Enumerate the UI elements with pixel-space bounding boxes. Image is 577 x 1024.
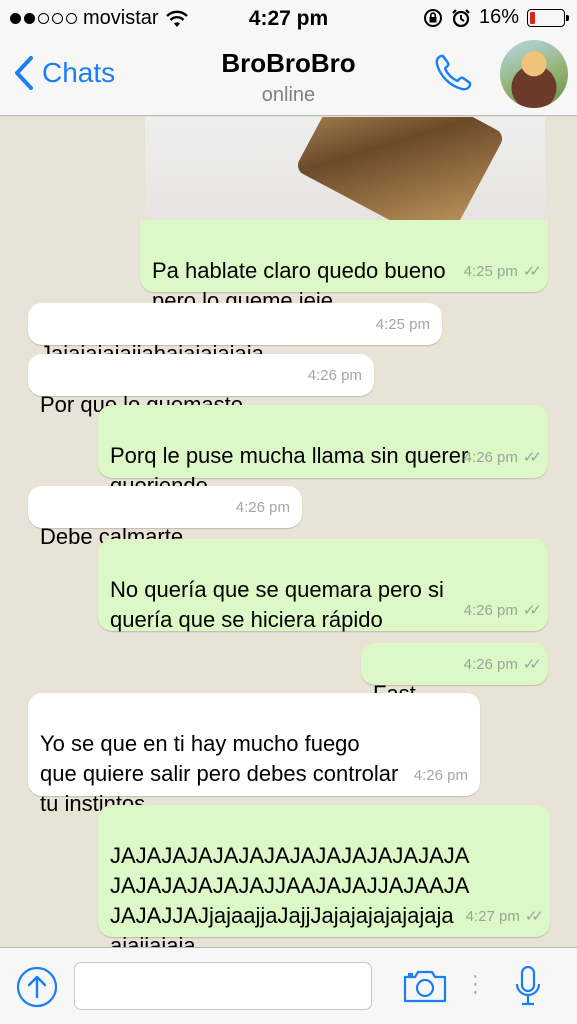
message-meta: 4:26 pm bbox=[236, 493, 290, 523]
message-meta: 4:26 pm bbox=[308, 361, 362, 391]
message-time: 4:26 pm bbox=[463, 656, 518, 673]
message-time: 4:26 pm bbox=[463, 449, 518, 466]
phone-icon bbox=[435, 54, 472, 91]
message-bubble-outgoing[interactable]: Fast 4:26 pm ✓✓ bbox=[361, 643, 548, 706]
camera-button[interactable] bbox=[402, 968, 448, 1009]
contact-status: online bbox=[261, 84, 316, 106]
mic-button[interactable] bbox=[514, 964, 542, 1013]
message-time: 4:26 pm bbox=[463, 602, 518, 619]
message-time: 4:26 pm bbox=[307, 367, 362, 384]
message-time: 4:26 pm bbox=[235, 499, 290, 516]
attach-button[interactable] bbox=[16, 966, 58, 1013]
status-bar: movistar 4:27 pm 16% bbox=[0, 0, 577, 38]
status-right: 16% bbox=[423, 6, 569, 29]
double-check-icon: ✓✓ bbox=[522, 602, 542, 619]
battery-icon bbox=[527, 8, 569, 27]
message-text: JAJAJAJAJAJAJAJAJAJAJAJAJAJA JAJAJAJAJAJ… bbox=[110, 843, 470, 947]
message-time: 4:25 pm bbox=[463, 263, 518, 280]
message-meta: 4:25 pm bbox=[376, 310, 430, 340]
message-bubble-incoming[interactable]: Jajajajajajjahajajajajaja 4:25 pm bbox=[28, 303, 442, 366]
input-bar: · · · bbox=[0, 947, 577, 1024]
message-meta: 4:26 pm ✓✓ bbox=[463, 443, 542, 473]
upload-arrow-icon bbox=[16, 966, 58, 1008]
rotation-lock-icon bbox=[423, 8, 442, 27]
message-bubble-incoming[interactable]: Yo se que en ti hay mucho fuego que quie… bbox=[28, 693, 480, 816]
message-bubble-outgoing[interactable]: JAJAJAJAJAJAJAJAJAJAJAJAJAJA JAJAJAJAJAJ… bbox=[98, 805, 550, 947]
message-bubble-outgoing[interactable]: Pa hablate claro quedo bueno pero lo que… bbox=[140, 220, 548, 313]
microphone-icon bbox=[515, 965, 541, 1006]
message-bubble-incoming[interactable]: Debe calmarte 4:26 pm bbox=[28, 486, 302, 549]
camera-icon bbox=[403, 970, 447, 1003]
message-meta: 4:27 pm ✓✓ bbox=[465, 902, 544, 932]
chat-area[interactable]: Pa hablate claro quedo bueno pero lo que… bbox=[0, 117, 577, 947]
message-time: 4:27 pm bbox=[465, 908, 520, 925]
contact-avatar[interactable] bbox=[500, 40, 568, 108]
message-meta: 4:25 pm ✓✓ bbox=[463, 257, 542, 287]
contact-name[interactable]: BroBroBro bbox=[0, 48, 577, 79]
message-time: 4:26 pm bbox=[413, 767, 468, 784]
nav-bar: Chats BroBroBro online bbox=[0, 38, 577, 116]
message-text: No quería que se quemara pero si quería … bbox=[110, 577, 444, 632]
image-message[interactable] bbox=[145, 117, 545, 220]
message-bubble-outgoing[interactable]: Porq le puse mucha llama sin querer quer… bbox=[98, 405, 548, 498]
message-input[interactable] bbox=[74, 962, 372, 1010]
battery-percent: 16% bbox=[478, 6, 519, 28]
message-meta: 4:26 pm ✓✓ bbox=[463, 596, 542, 626]
message-bubble-outgoing[interactable]: No quería que se quemara pero si quería … bbox=[98, 539, 548, 632]
message-meta: 4:26 pm bbox=[414, 761, 468, 791]
alarm-icon bbox=[452, 8, 470, 27]
double-check-icon: ✓✓ bbox=[524, 908, 544, 925]
double-check-icon: ✓✓ bbox=[522, 263, 542, 280]
message-bubble-incoming[interactable]: Por que lo quemaste 4:26 pm bbox=[28, 354, 374, 417]
battery-level bbox=[530, 11, 536, 24]
food-photo bbox=[294, 117, 506, 220]
double-check-icon: ✓✓ bbox=[522, 449, 542, 466]
message-meta: 4:26 pm ✓✓ bbox=[463, 650, 542, 680]
double-check-icon: ✓✓ bbox=[522, 656, 542, 673]
call-button[interactable] bbox=[432, 52, 474, 99]
separator-dots: · · · bbox=[472, 965, 479, 1003]
message-text: Yo se que en ti hay mucho fuego que quie… bbox=[40, 731, 399, 816]
message-time: 4:25 pm bbox=[375, 316, 430, 333]
